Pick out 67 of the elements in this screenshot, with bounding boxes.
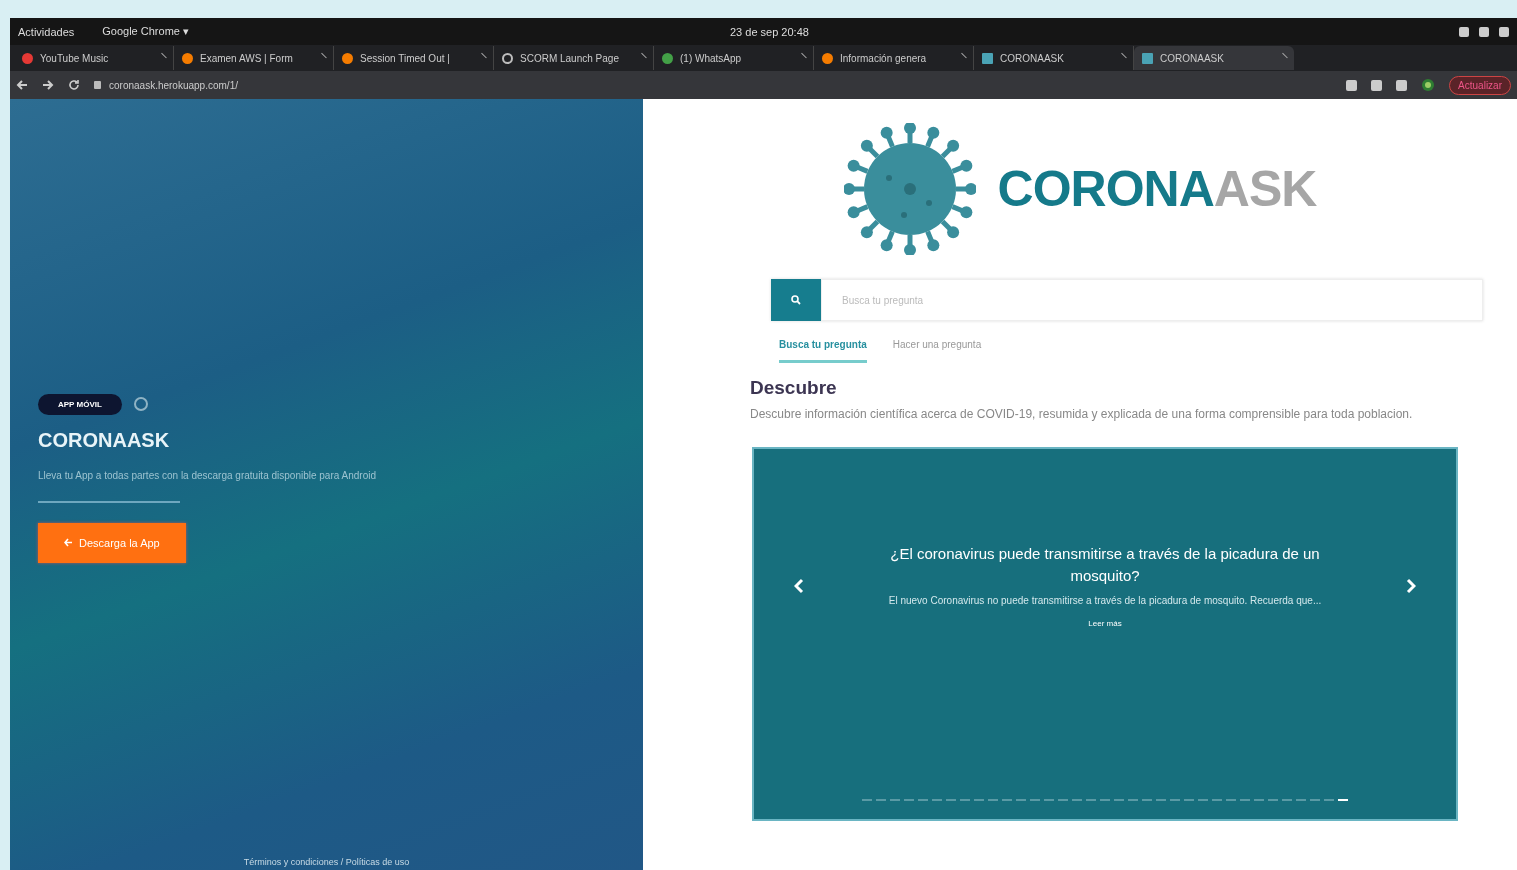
forward-icon[interactable] xyxy=(42,79,54,91)
carousel-indicator[interactable] xyxy=(1030,799,1040,801)
carousel-indicator[interactable] xyxy=(1086,799,1096,801)
browser-tab[interactable]: YouTube Music xyxy=(14,46,174,70)
carousel-indicator[interactable] xyxy=(1170,799,1180,801)
carousel-title: ¿El coronavirus puede transmitirse a través de la picadura de un mosquito? xyxy=(889,544,1321,586)
carousel-indicator[interactable] xyxy=(946,799,956,801)
promo-description: Lleva tu App a todas partes con la descarga gratuita disponible para Android xyxy=(38,469,376,481)
carousel-indicator[interactable] xyxy=(1142,799,1152,801)
carousel-indicator[interactable] xyxy=(918,799,928,801)
carousel-indicator[interactable] xyxy=(1310,799,1320,801)
carousel-indicator[interactable] xyxy=(1128,799,1138,801)
carousel-indicator[interactable] xyxy=(1324,799,1334,801)
browser-tab[interactable]: (1) WhatsApp xyxy=(654,46,814,70)
browser-tab[interactable]: Session Timed Out | xyxy=(334,46,494,70)
carousel-indicator[interactable] xyxy=(1072,799,1082,801)
carousel-indicator[interactable] xyxy=(1296,799,1306,801)
tab[interactable]: Busca tu pregunta xyxy=(779,339,867,363)
browser-tab[interactable]: Información genera xyxy=(814,46,974,70)
update-button[interactable]: Actualizar xyxy=(1449,75,1511,95)
avatar-icon[interactable] xyxy=(1421,78,1436,92)
carousel-indicator[interactable] xyxy=(960,799,970,801)
section-title: Descubre xyxy=(750,377,838,399)
carousel-indicator[interactable] xyxy=(988,799,998,801)
carousel-indicator[interactable] xyxy=(1100,799,1110,801)
logo-text: CORONAASK xyxy=(997,160,1317,218)
carousel-indicator[interactable] xyxy=(1044,799,1054,801)
section-text: Descubre información científica acerca de COVID-19, resumida y explicada de una forma comprensible para toda poblacion. xyxy=(750,406,1414,423)
carousel-indicator[interactable] xyxy=(890,799,900,801)
carousel-indicator[interactable] xyxy=(1156,799,1166,801)
search-icon xyxy=(791,295,801,305)
clock[interactable]: 23 de sep 20:48 xyxy=(730,25,809,38)
footer-links[interactable]: Términos y condiciones / Políticas de uso xyxy=(243,857,410,870)
carousel-indicator[interactable] xyxy=(1184,799,1194,801)
carousel-indicator[interactable] xyxy=(862,799,872,801)
carousel-indicator[interactable] xyxy=(1058,799,1068,801)
carousel-indicator[interactable] xyxy=(1240,799,1250,801)
carousel-indicator[interactable] xyxy=(1268,799,1278,801)
virus-logo-icon xyxy=(843,123,976,255)
carousel-indicator[interactable] xyxy=(1198,799,1208,801)
carousel-indicator[interactable] xyxy=(974,799,984,801)
carousel-indicator[interactable] xyxy=(1114,799,1124,801)
promo-title: CORONAASK xyxy=(38,428,170,452)
reload-icon[interactable] xyxy=(68,79,80,91)
carousel-indicator[interactable] xyxy=(904,799,914,801)
app-menu[interactable]: Google Chrome ▾ xyxy=(102,25,189,38)
carousel-indicator[interactable] xyxy=(932,799,942,801)
badge: APP MÓVIL xyxy=(38,393,122,415)
carousel-indicator[interactable] xyxy=(1226,799,1236,801)
search-field[interactable]: Busca tu pregunta xyxy=(821,279,1483,321)
carousel-indicator[interactable] xyxy=(1016,799,1026,801)
carousel-indicator[interactable] xyxy=(1254,799,1264,801)
arrow-icon xyxy=(64,538,73,547)
carousel-indicator[interactable] xyxy=(1338,799,1348,801)
carousel-indicator[interactable] xyxy=(1002,799,1012,801)
activities-button[interactable]: Actividades xyxy=(18,25,75,38)
browser-tab[interactable]: CORONAASK xyxy=(1134,46,1294,70)
browser-tab[interactable]: SCORM Launch Page xyxy=(494,46,654,70)
carousel-text: El nuevo Coronavirus no puede transmitirse a través de la picadura de mosquito. Recuerda que... xyxy=(887,594,1323,608)
browser-tab[interactable]: Examen AWS | Form xyxy=(174,46,334,70)
back-icon[interactable] xyxy=(16,79,28,91)
carousel-indicator[interactable] xyxy=(876,799,886,801)
search-button[interactable] xyxy=(771,279,821,321)
read-more-link[interactable]: Leer más xyxy=(870,619,1340,628)
carousel-indicator[interactable] xyxy=(1282,799,1292,801)
info-icon[interactable] xyxy=(133,397,148,411)
carousel-indicator[interactable] xyxy=(1212,799,1222,801)
